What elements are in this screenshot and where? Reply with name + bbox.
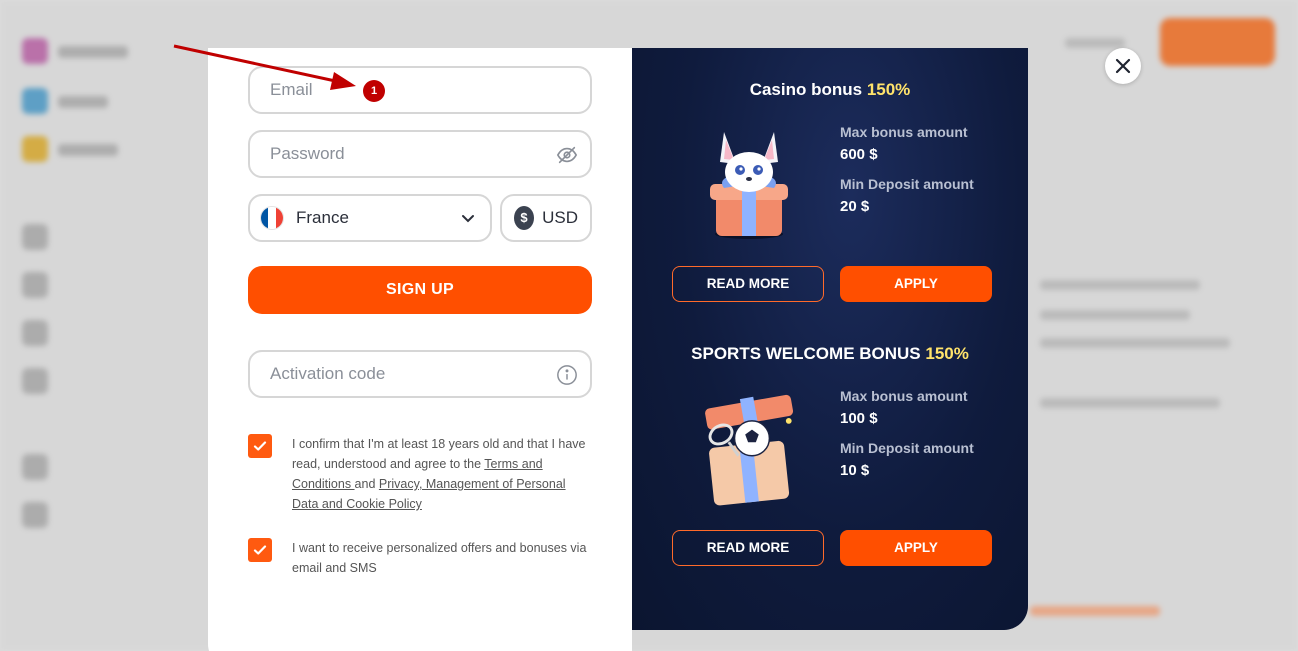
- country-label: France: [296, 208, 349, 227]
- close-icon: [1115, 58, 1131, 74]
- password-placeholder: Password: [270, 144, 345, 163]
- currency-label: USD: [542, 208, 578, 227]
- offers-consent-text: I want to receive personalized offers an…: [292, 541, 587, 575]
- checkmark-icon: [253, 441, 267, 451]
- country-select[interactable]: France: [248, 194, 492, 242]
- casino-min-label: Min Deposit amount: [840, 176, 974, 192]
- activation-code-field[interactable]: Activation code: [248, 350, 592, 398]
- checkmark-icon: [253, 545, 267, 555]
- sports-min-value: 10 $: [840, 462, 870, 479]
- fox-gift-illustration: [710, 132, 788, 239]
- email-field[interactable]: Email: [248, 66, 592, 114]
- currency-select[interactable]: $ USD: [500, 194, 592, 242]
- close-button[interactable]: [1105, 48, 1141, 84]
- sports-max-value: 100 $: [840, 410, 878, 427]
- age-consent-checkbox[interactable]: [248, 434, 272, 458]
- casino-max-label: Max bonus amount: [840, 124, 968, 140]
- casino-bonus-percent: 150%: [866, 80, 911, 99]
- eye-off-icon[interactable]: [556, 144, 578, 166]
- sports-apply-button[interactable]: APPLY: [840, 530, 992, 566]
- activation-placeholder: Activation code: [270, 364, 386, 383]
- sports-bonus-title-text: SPORTS WELCOME BONUS: [691, 344, 926, 363]
- sports-read-more-button[interactable]: READ MORE: [672, 530, 824, 566]
- sports-bonus-percent: 150%: [925, 344, 969, 363]
- email-placeholder: Email: [270, 80, 313, 99]
- info-icon[interactable]: [556, 364, 578, 386]
- casino-bonus-title: Casino bonus 150%: [632, 80, 1028, 100]
- password-field[interactable]: Password: [248, 130, 592, 178]
- casino-read-more-button[interactable]: READ MORE: [672, 266, 824, 302]
- bonus-panel: Casino bonus 150% Max bonus amount 600 $…: [632, 48, 1028, 630]
- casino-apply-button[interactable]: APPLY: [840, 266, 992, 302]
- sports-min-label: Min Deposit amount: [840, 440, 974, 456]
- dollar-icon: $: [514, 206, 535, 230]
- casino-max-value: 600 $: [840, 146, 878, 163]
- age-consent-and: and: [354, 477, 379, 491]
- france-flag-icon: [260, 206, 284, 230]
- chevron-down-icon: [460, 210, 476, 231]
- casino-bonus-title-text: Casino bonus: [749, 80, 867, 99]
- annotation-marker: 1: [363, 80, 385, 102]
- sports-max-label: Max bonus amount: [840, 388, 968, 404]
- sports-gift-illustration: [705, 394, 794, 506]
- signup-form-panel: Email Password France $ USD SIGN UP Acti…: [208, 48, 632, 651]
- offers-consent-checkbox[interactable]: [248, 538, 272, 562]
- casino-min-value: 20 $: [840, 198, 870, 215]
- sports-bonus-title: SPORTS WELCOME BONUS 150%: [632, 344, 1028, 364]
- signup-button[interactable]: SIGN UP: [248, 266, 592, 314]
- age-consent-text: I confirm that I'm at least 18 years old…: [292, 434, 592, 514]
